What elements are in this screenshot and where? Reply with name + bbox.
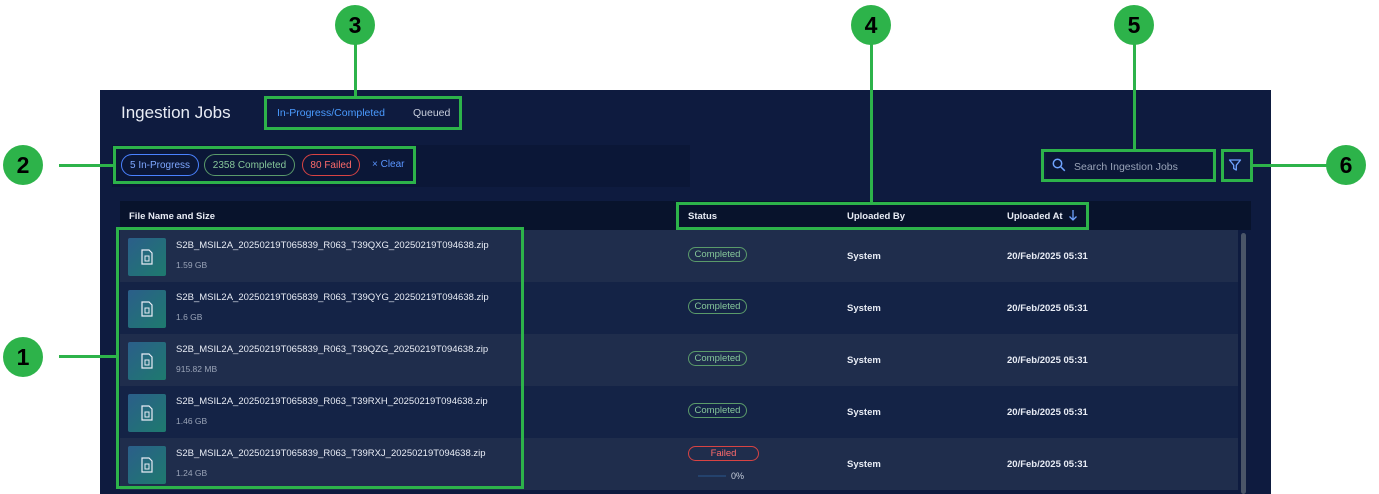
table-scrollbar[interactable] [1241, 233, 1246, 494]
uploaded-at: 20/Feb/2025 05:31 [1007, 459, 1088, 470]
tabs-highlight [264, 96, 462, 130]
status-badge: Failed [688, 446, 759, 461]
uploaded-at: 20/Feb/2025 05:31 [1007, 303, 1088, 314]
page-title: Ingestion Jobs [121, 103, 231, 122]
uploaded-at: 20/Feb/2025 05:31 [1007, 251, 1088, 262]
status-badge: Completed [688, 247, 747, 262]
callout-2: 2 [3, 145, 43, 185]
file-list-highlight [116, 227, 524, 489]
column-file-name-and-size: File Name and Size [129, 211, 216, 222]
status-badge: Completed [688, 299, 747, 314]
status-badge: Completed [688, 403, 747, 418]
uploaded-by: System [847, 407, 881, 418]
callout-1: 1 [3, 337, 43, 377]
callout-4: 4 [851, 5, 891, 45]
column-headers-highlight [676, 202, 1089, 230]
status-badge: Completed [688, 351, 747, 366]
uploaded-by: System [847, 251, 881, 262]
uploaded-at: 20/Feb/2025 05:31 [1007, 355, 1088, 366]
callout-6: 6 [1326, 145, 1366, 185]
uploaded-at: 20/Feb/2025 05:31 [1007, 407, 1088, 418]
callout-connector [354, 44, 357, 97]
callout-5: 5 [1114, 5, 1154, 45]
callout-connector [1252, 164, 1327, 167]
callout-connector [1133, 44, 1136, 150]
callout-connector [870, 44, 873, 203]
uploaded-by: System [847, 355, 881, 366]
callout-3: 3 [335, 5, 375, 45]
callout-connector [59, 355, 117, 358]
callout-connector [59, 164, 114, 167]
search-highlight [1041, 149, 1216, 182]
upload-progress-bar [698, 475, 726, 477]
uploaded-by: System [847, 459, 881, 470]
filter-chips-highlight [113, 146, 416, 184]
upload-progress-label: 0% [731, 471, 745, 481]
filter-highlight [1221, 149, 1253, 182]
uploaded-by: System [847, 303, 881, 314]
